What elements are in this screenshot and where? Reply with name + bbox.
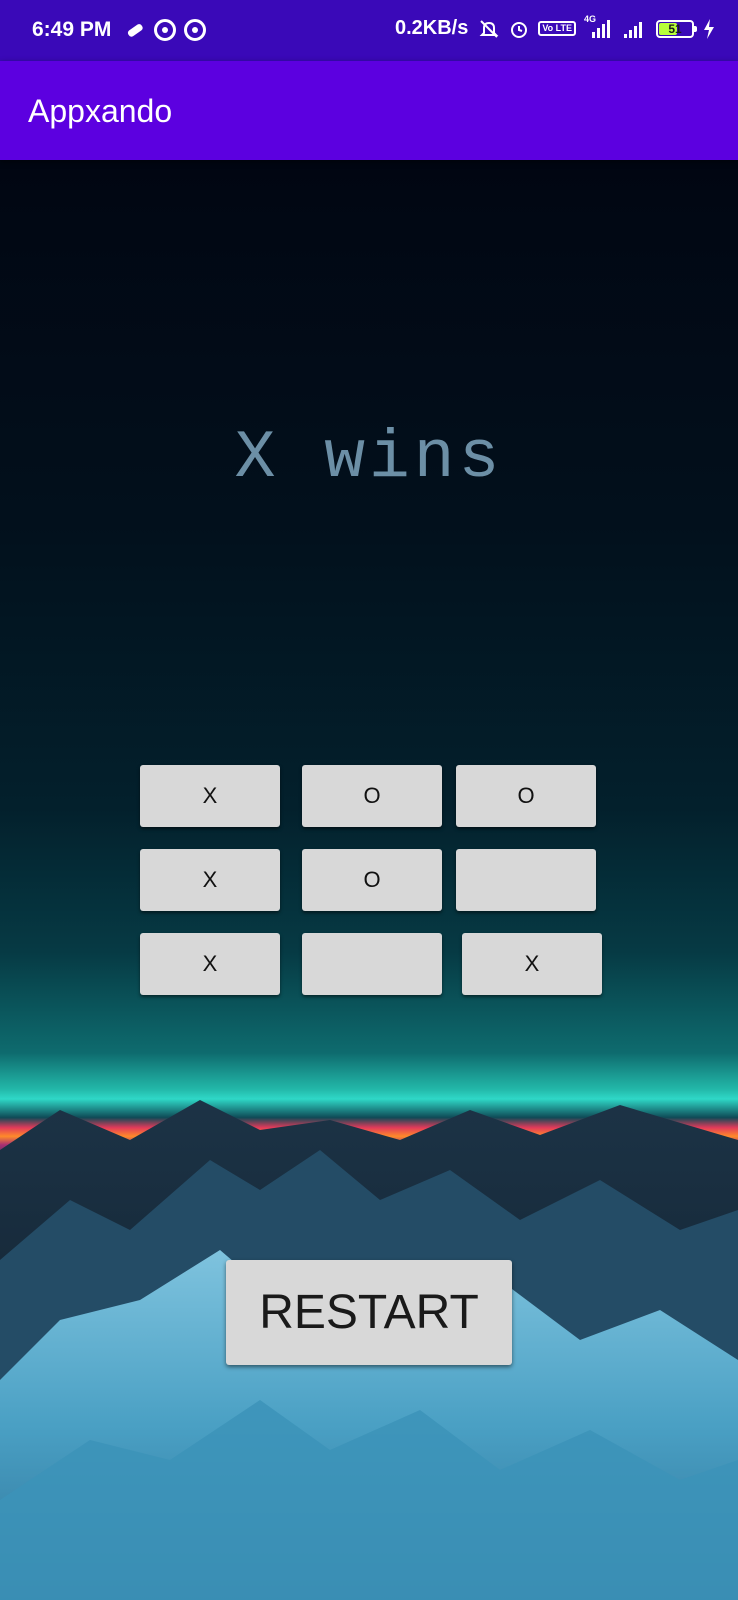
board-cell-1-2[interactable]	[456, 849, 596, 911]
status-right-icons: 0.2KB/s Vo LTE 4G 51	[394, 14, 716, 40]
board-cell-2-2[interactable]: x	[462, 933, 602, 995]
status-bar: 6:49 PM 0.2KB/s Vo LTE 4G 51	[0, 0, 738, 61]
battery-level: 51	[668, 21, 682, 36]
alarm-icon	[508, 18, 530, 40]
status-time: 6:49 PM	[32, 18, 112, 41]
board-cell-1-1[interactable]: o	[302, 849, 442, 911]
charging-icon	[702, 18, 716, 40]
battery-icon: 51	[656, 19, 697, 38]
mute-icon	[478, 18, 500, 40]
board-cell-1-0[interactable]: x	[140, 849, 280, 911]
board-cell-2-0[interactable]: x	[140, 933, 280, 995]
board-cell-0-0[interactable]: x	[140, 765, 280, 827]
restart-button[interactable]: RESTART	[226, 1260, 512, 1365]
app-title: Appxando	[28, 93, 173, 129]
board-cell-2-1[interactable]	[302, 933, 442, 995]
net-speed: 0.2KB/s	[394, 17, 469, 39]
app-bar: Appxando	[0, 61, 738, 160]
network-type-label: 4G	[584, 13, 597, 24]
signal-4g-icon: 4G	[584, 14, 614, 40]
volte-icon: Vo LTE	[538, 21, 576, 36]
sync-ring-icon	[154, 19, 176, 41]
status-left-icons	[124, 19, 206, 41]
bandage-icon	[124, 19, 146, 41]
signal-icon	[622, 18, 648, 40]
sync-ring-icon	[184, 19, 206, 41]
board-cell-0-1[interactable]: o	[302, 765, 442, 827]
board-cell-0-2[interactable]: o	[456, 765, 596, 827]
game-result-text: X wins	[234, 420, 504, 497]
